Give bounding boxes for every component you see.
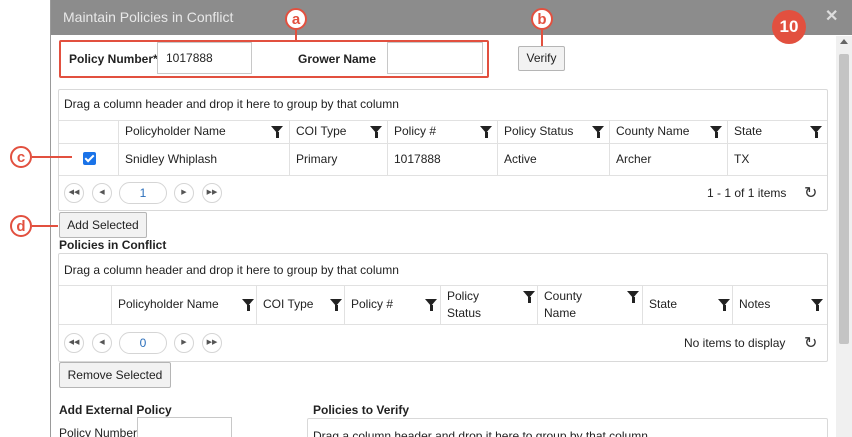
- column-header-policy-status[interactable]: Policy Status: [440, 286, 537, 324]
- filter-icon[interactable]: [523, 291, 535, 303]
- cell-state: TX: [734, 152, 750, 166]
- row-select-checkbox[interactable]: [83, 152, 96, 165]
- next-page-icon[interactable]: ▶: [174, 333, 194, 353]
- first-page-icon[interactable]: ◀◀: [64, 333, 84, 353]
- filter-icon[interactable]: [811, 299, 823, 311]
- column-header-state[interactable]: State: [642, 286, 732, 324]
- column-header-county-name[interactable]: County Name: [537, 286, 642, 324]
- policies-in-conflict-grid: Drag a column header and drop it here to…: [58, 253, 828, 362]
- cell-coi-type: Primary: [296, 152, 338, 166]
- column-header-coi-type[interactable]: COI Type: [289, 121, 387, 143]
- dialog-titlebar: Maintain Policies in Conflict ✕: [51, 0, 852, 35]
- column-header-state[interactable]: State: [727, 121, 827, 143]
- cell-policy-number: 1017888: [394, 152, 441, 166]
- close-icon[interactable]: ✕: [825, 6, 838, 26]
- policy-search-grid: Drag a column header and drop it here to…: [58, 89, 828, 211]
- column-header-policyholder-name[interactable]: Policyholder Name: [111, 286, 256, 324]
- filter-icon[interactable]: [271, 126, 283, 138]
- refresh-icon[interactable]: ↻: [804, 333, 817, 353]
- callout-d: d: [10, 215, 32, 237]
- policies-to-verify-heading: Policies to Verify: [313, 403, 410, 417]
- table-row[interactable]: Snidley Whiplash Primary 1017888 Active …: [59, 143, 827, 176]
- filter-icon[interactable]: [425, 299, 437, 311]
- verify-button[interactable]: Verify: [518, 46, 565, 71]
- external-policy-number-label: Policy Number: [59, 426, 138, 437]
- column-header-coi-type[interactable]: COI Type: [256, 286, 344, 324]
- cell-policy-status: Active: [504, 152, 537, 166]
- column-header-policyholder-name[interactable]: Policyholder Name: [118, 121, 289, 143]
- step-number-badge: 10: [772, 10, 806, 44]
- callout-c: c: [10, 146, 32, 168]
- callout-a: a: [285, 8, 307, 30]
- prev-page-icon[interactable]: ◀: [92, 183, 112, 203]
- group-drop-hint: Drag a column header and drop it here to…: [64, 97, 399, 111]
- filter-icon[interactable]: [810, 126, 822, 138]
- filter-icon[interactable]: [592, 126, 604, 138]
- pager-info: No items to display: [684, 336, 786, 350]
- column-header-county-name[interactable]: County Name: [609, 121, 727, 143]
- remove-selected-button[interactable]: Remove Selected: [59, 362, 171, 388]
- page-number[interactable]: 0: [119, 332, 167, 354]
- column-header-policy-status[interactable]: Policy Status: [497, 121, 609, 143]
- filter-icon[interactable]: [370, 126, 382, 138]
- add-selected-button[interactable]: Add Selected: [59, 212, 147, 238]
- refresh-icon[interactable]: ↻: [804, 183, 817, 203]
- grower-name-input[interactable]: [387, 42, 483, 74]
- group-drop-hint: Drag a column header and drop it here to…: [313, 429, 648, 437]
- callout-c-line: [32, 156, 72, 158]
- column-header-policy-number[interactable]: Policy #: [387, 121, 497, 143]
- callout-a-line: [295, 30, 297, 42]
- scroll-up-icon[interactable]: [840, 39, 848, 44]
- column-header-policy-number[interactable]: Policy #: [344, 286, 440, 324]
- maintain-policies-dialog: Maintain Policies in Conflict ✕ Policy N…: [50, 0, 852, 437]
- policies-to-verify-grid: Drag a column header and drop it here to…: [307, 418, 828, 437]
- last-page-icon[interactable]: ▶▶: [202, 333, 222, 353]
- callout-d-line: [32, 225, 58, 227]
- filter-icon[interactable]: [710, 126, 722, 138]
- grid-header: Policyholder Name COI Type Policy # Poli…: [59, 120, 827, 144]
- filter-icon[interactable]: [718, 299, 730, 311]
- cell-policyholder-name: Snidley Whiplash: [125, 152, 218, 166]
- grid-header: Policyholder Name COI Type Policy # Poli…: [59, 285, 827, 325]
- vertical-scrollbar[interactable]: [836, 36, 852, 437]
- next-page-icon[interactable]: ▶: [174, 183, 194, 203]
- callout-b: b: [531, 8, 553, 30]
- add-external-policy-heading: Add External Policy: [59, 403, 172, 417]
- column-header-notes[interactable]: Notes: [732, 286, 827, 324]
- first-page-icon[interactable]: ◀◀: [64, 183, 84, 203]
- policy-number-input[interactable]: 1017888: [157, 42, 252, 74]
- policy-number-label: Policy Number*: [69, 52, 158, 66]
- last-page-icon[interactable]: ▶▶: [202, 183, 222, 203]
- callout-b-line: [541, 30, 543, 46]
- pager-info: 1 - 1 of 1 items: [707, 186, 787, 200]
- filter-icon[interactable]: [330, 299, 342, 311]
- grower-name-label: Grower Name: [298, 52, 377, 66]
- prev-page-icon[interactable]: ◀: [92, 333, 112, 353]
- scrollbar-thumb[interactable]: [839, 54, 849, 344]
- filter-icon[interactable]: [242, 299, 254, 311]
- page-number[interactable]: 1: [119, 182, 167, 204]
- external-policy-number-input[interactable]: [137, 417, 232, 437]
- group-drop-hint: Drag a column header and drop it here to…: [64, 263, 399, 277]
- filter-icon[interactable]: [627, 291, 639, 303]
- dialog-title: Maintain Policies in Conflict: [63, 9, 234, 25]
- policies-in-conflict-heading: Policies in Conflict: [59, 238, 167, 252]
- filter-icon[interactable]: [480, 126, 492, 138]
- cell-county-name: Archer: [616, 152, 652, 166]
